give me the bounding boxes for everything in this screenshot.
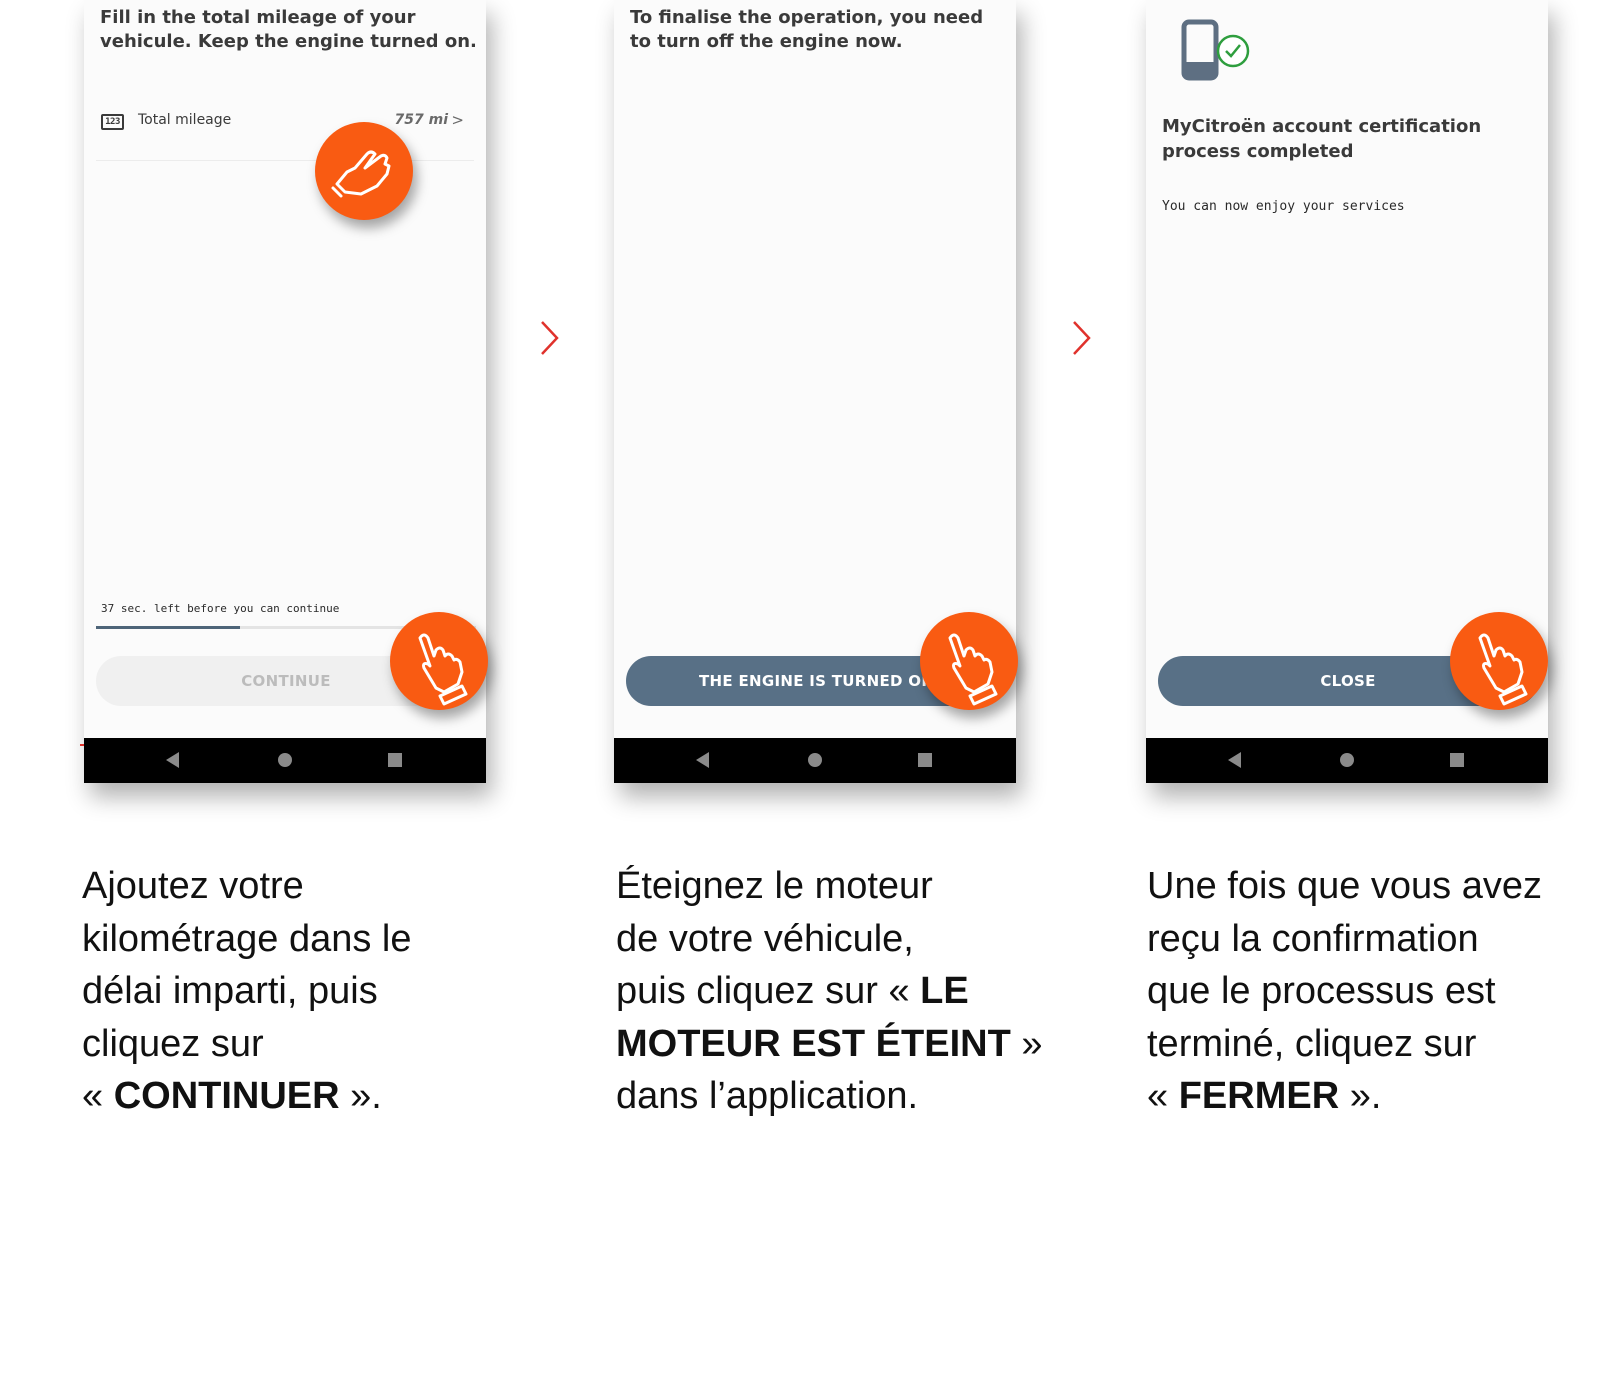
back-triangle-icon[interactable]: [166, 752, 179, 768]
tap-indicator-continue: [390, 612, 488, 710]
timer-text: 37 sec. left before you can continue: [101, 602, 340, 615]
caption-quote-close: »: [1010, 1022, 1043, 1065]
caption-step-1: Ajoutez votre kilométrage dans le délai …: [82, 860, 552, 1123]
caption-step-3: Une fois que vous avez reçu la confirmat…: [1147, 860, 1601, 1123]
tap-hand-icon: [1478, 633, 1528, 706]
android-nav-bar: [614, 738, 1016, 783]
recent-square-icon[interactable]: [388, 753, 402, 767]
android-nav-bar: [1146, 738, 1548, 783]
success-title: MyCitroën account certification process …: [1162, 116, 1482, 162]
tap-hand-icon: [418, 633, 468, 706]
caption-line: cliquez sur: [82, 1022, 264, 1065]
caption-line: que le processus est: [1147, 970, 1496, 1012]
odometer-icon: 123: [101, 114, 124, 130]
caption-bold-fermer: FERMER: [1178, 1075, 1340, 1117]
caption-line: de votre véhicule,: [616, 917, 914, 960]
back-triangle-icon[interactable]: [696, 752, 709, 768]
caption-quote-close: ».: [1339, 1075, 1382, 1117]
caption-step-2: Éteignez le moteur de votre véhicule, pu…: [616, 860, 1086, 1123]
tap-indicator-mileage: [315, 122, 413, 220]
caption-line: MOTEUR EST ÉTEINT »: [616, 1018, 1086, 1071]
caption-quote-open: «: [1147, 1075, 1179, 1117]
caption-line: « CONTINUER ».: [82, 1070, 552, 1123]
total-mileage-row[interactable]: 123 Total mileage 757 mi >: [100, 108, 470, 136]
caption-line: puis cliquez sur « LE: [616, 965, 1086, 1018]
mileage-label: Total mileage: [138, 112, 232, 128]
chevron-right-icon: >: [451, 111, 464, 129]
back-triangle-icon[interactable]: [1228, 752, 1241, 768]
tap-hand-icon: [948, 633, 998, 706]
caption-line: Éteignez le moteur: [616, 865, 933, 907]
caption-line: terminé, cliquez sur: [1147, 1022, 1477, 1065]
home-circle-icon[interactable]: [808, 753, 822, 767]
caption-line: Ajoutez votre: [82, 865, 304, 907]
home-circle-icon[interactable]: [278, 753, 292, 767]
caption-line: délai imparti, puis: [82, 970, 378, 1012]
red-tick-mark: [80, 744, 84, 746]
timer-progress-fill: [96, 626, 241, 629]
android-nav-bar: [84, 738, 486, 783]
tap-hand-icon: [331, 150, 391, 198]
mileage-heading: Fill in the total mileage of your vehicu…: [100, 7, 477, 52]
caption-bold-continuer: CONTINUER: [113, 1075, 340, 1117]
recent-square-icon[interactable]: [918, 753, 932, 767]
caption-bold-le: LE: [920, 970, 969, 1012]
caption-line: kilométrage dans le: [82, 917, 412, 960]
recent-square-icon[interactable]: [1450, 753, 1464, 767]
tap-indicator-engine-off: [920, 612, 1018, 710]
chevron-right-icon: [1073, 321, 1091, 355]
caption-bold-moteur-est-eteint: MOTEUR EST ÉTEINT: [616, 1022, 1011, 1065]
phone-check-icon: [1180, 18, 1252, 84]
caption-quote-open: «: [82, 1075, 114, 1117]
caption-line: dans l’application.: [616, 1075, 919, 1117]
tap-indicator-close: [1450, 612, 1548, 710]
caption-text: puis cliquez sur «: [616, 970, 921, 1012]
chevron-right-icon: [541, 321, 559, 355]
caption-line: reçu la confirmation: [1147, 917, 1479, 960]
caption-line: Une fois que vous avez: [1147, 865, 1543, 907]
success-subtitle: You can now enjoy your services: [1162, 199, 1405, 214]
caption-line: « FERMER ».: [1147, 1070, 1601, 1123]
engine-off-heading: To finalise the operation, you need to t…: [630, 7, 984, 52]
home-circle-icon[interactable]: [1340, 753, 1354, 767]
caption-quote-close: ».: [339, 1075, 382, 1117]
divider: [96, 160, 474, 161]
